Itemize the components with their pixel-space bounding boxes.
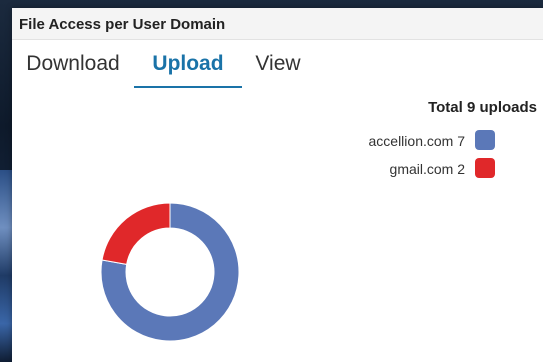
legend-item-accellion: accellion.com 7: [195, 130, 495, 152]
file-access-panel: File Access per User Domain Download Upl…: [12, 8, 543, 362]
tab-bar: Download Upload View: [12, 40, 543, 94]
legend-swatch: [475, 130, 495, 150]
legend-item-gmail: gmail.com 2: [195, 158, 495, 180]
tab-view[interactable]: View: [248, 52, 308, 86]
legend-label: gmail.com 2: [389, 161, 465, 177]
donut-slice-gmail-com[interactable]: [101, 202, 171, 265]
panel-header: File Access per User Domain: [12, 8, 543, 40]
uploads-total-title: Total 9 uploads: [428, 99, 537, 116]
tab-upload[interactable]: Upload: [134, 52, 242, 88]
panel-title: File Access per User Domain: [19, 16, 226, 33]
legend-label: accellion.com 7: [368, 133, 466, 149]
donut-chart: [100, 202, 240, 342]
tab-download[interactable]: Download: [16, 52, 130, 86]
legend-swatch: [475, 158, 495, 178]
background-glow: [0, 170, 12, 362]
